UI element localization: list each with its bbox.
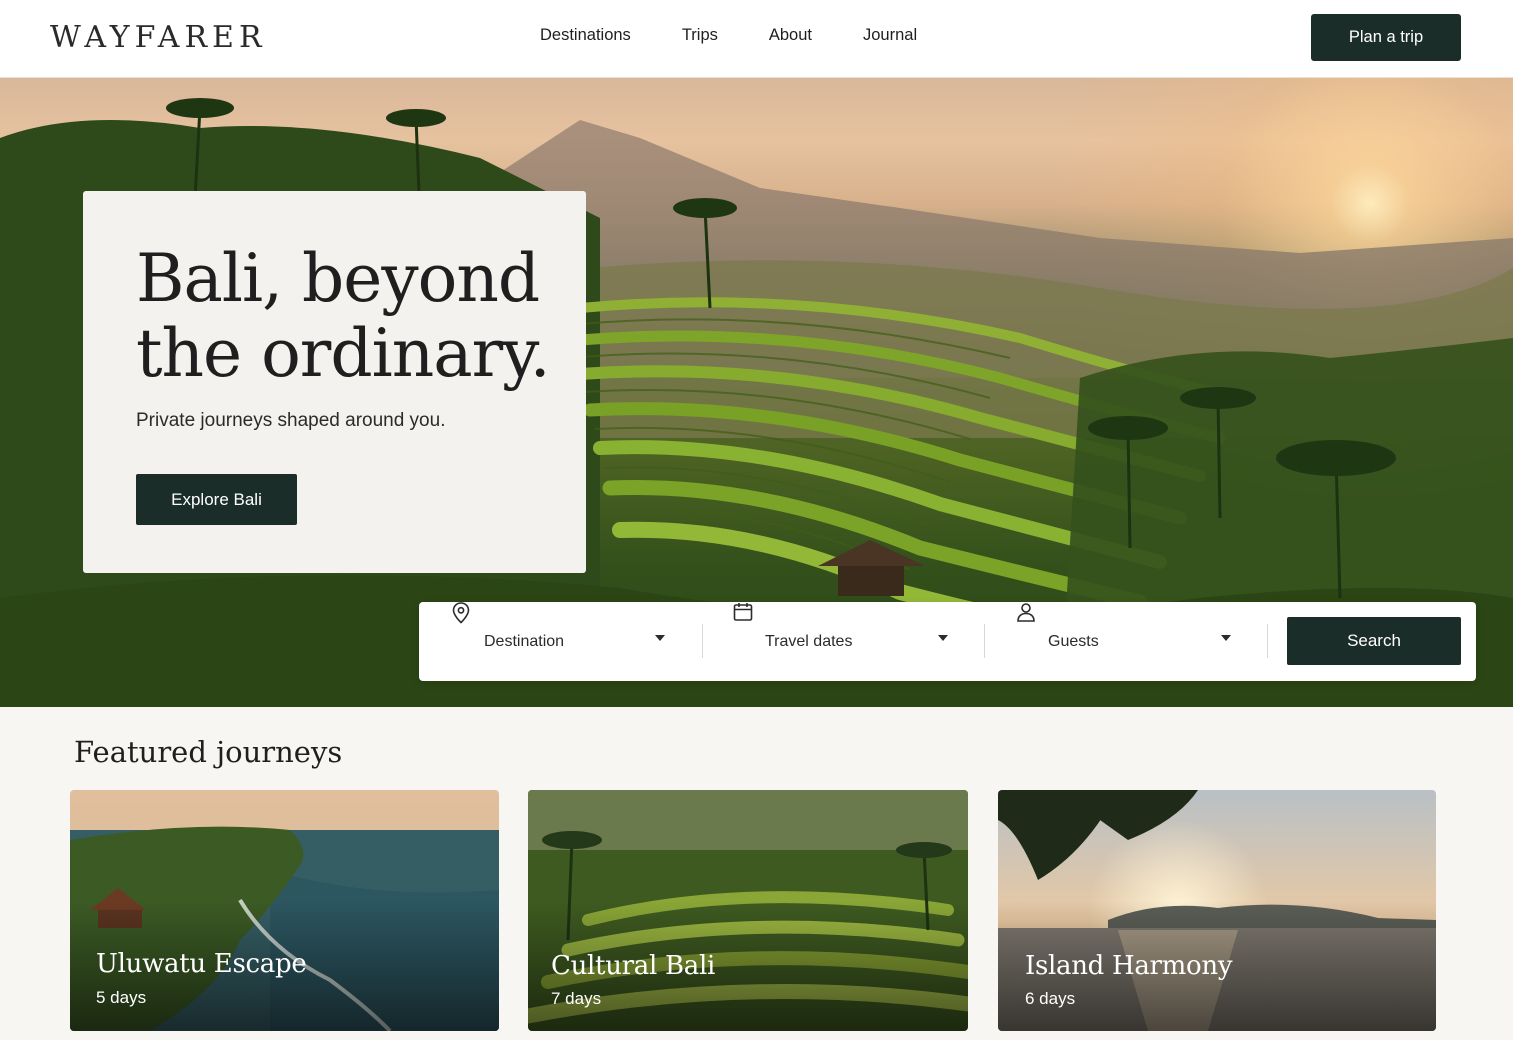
hero-subtitle: Private journeys shaped around you.: [136, 410, 446, 431]
travel-dates-label: Travel dates: [765, 632, 853, 650]
destination-label: Destination: [484, 632, 565, 650]
nav-item-about[interactable]: About: [769, 26, 812, 45]
search-button[interactable]: Search: [1287, 617, 1461, 665]
nav-item-trips[interactable]: Trips: [682, 26, 718, 45]
chevron-down-icon: [655, 635, 665, 641]
explore-bali-button[interactable]: Explore Bali: [136, 474, 297, 525]
card-title: Uluwatu Escape: [96, 949, 307, 979]
card-duration: 5 days: [96, 988, 147, 1007]
map-pin-icon: [452, 602, 474, 653]
nav-item-journal[interactable]: Journal: [863, 26, 917, 45]
hero-section: Bali, beyond the ordinary. Private journ…: [0, 78, 1513, 707]
journey-card-cultural-bali[interactable]: Cultural Bali 7 days: [528, 790, 968, 1031]
site-header: WAYFARER Destinations Trips About Journa…: [0, 0, 1513, 78]
hero-card: Bali, beyond the ordinary. Private journ…: [83, 191, 586, 573]
brand-logo[interactable]: WAYFARER: [50, 20, 267, 55]
main-nav: Destinations Trips About Journal: [540, 26, 968, 45]
search-bar: Destination Travel dates Guests Search: [419, 602, 1476, 681]
guests-select[interactable]: Guests: [1016, 602, 1266, 681]
card-title: Cultural Bali: [551, 951, 715, 981]
destination-select[interactable]: Destination: [452, 602, 702, 681]
hero-title-line-1: Bali, beyond: [136, 240, 540, 317]
calendar-icon: [733, 603, 755, 653]
card-duration: 6 days: [1025, 989, 1076, 1008]
search-divider: [984, 624, 985, 658]
chevron-down-icon: [938, 635, 948, 641]
card-title: Island Harmony: [1025, 951, 1233, 981]
user-icon: [1016, 603, 1038, 653]
journey-card-uluwatu[interactable]: Uluwatu Escape 5 days: [70, 790, 499, 1031]
nav-item-destinations[interactable]: Destinations: [540, 26, 631, 45]
featured-journeys-heading: Featured journeys: [74, 735, 343, 769]
search-divider: [702, 624, 703, 658]
chevron-down-icon: [1221, 635, 1231, 641]
guests-label: Guests: [1048, 632, 1099, 650]
journey-card-island-harmony[interactable]: Island Harmony 6 days: [998, 790, 1436, 1031]
plan-trip-button[interactable]: Plan a trip: [1311, 14, 1461, 61]
search-divider: [1267, 624, 1268, 658]
card-duration: 7 days: [551, 989, 602, 1008]
travel-dates-select[interactable]: Travel dates: [733, 602, 985, 681]
hero-title: Bali, beyond the ordinary.: [136, 240, 551, 392]
hero-title-line-2: the ordinary.: [136, 315, 551, 392]
